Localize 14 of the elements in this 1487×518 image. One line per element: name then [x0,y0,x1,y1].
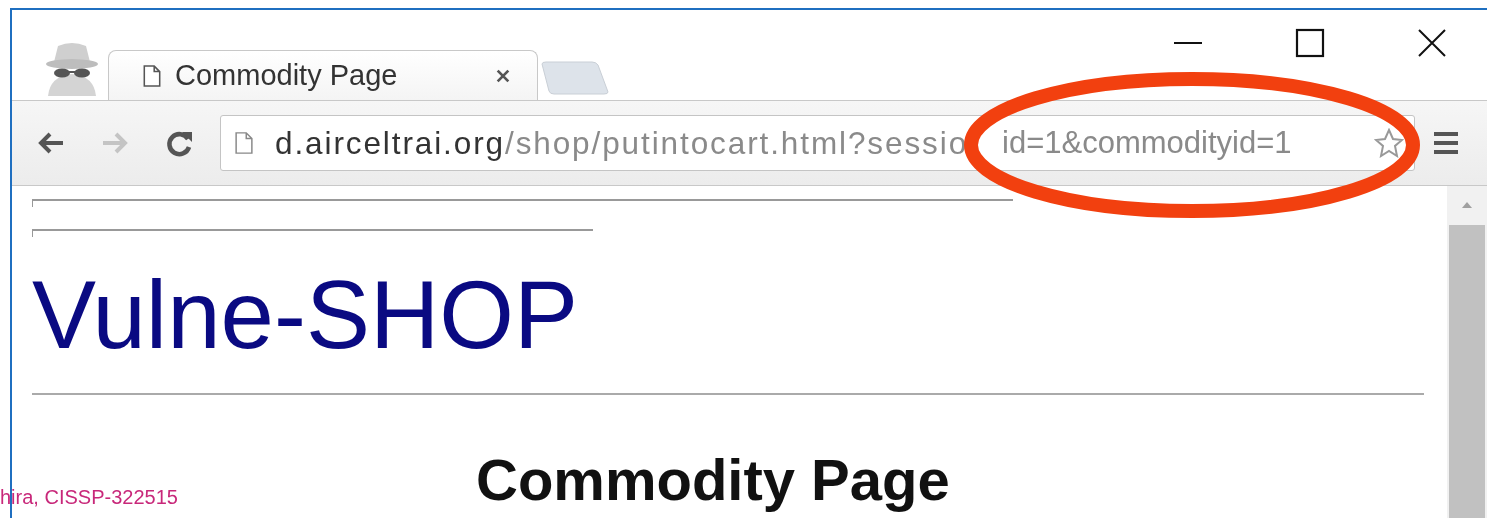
scrollbar[interactable] [1447,186,1487,518]
star-icon[interactable] [1374,128,1404,158]
scrollbar-thumb[interactable] [1449,225,1485,518]
site-title: Vulne-SHOP [32,267,578,363]
page-icon [235,131,253,155]
page-icon [143,64,161,87]
address-bar[interactable]: d.airceltrai.org/shop/putintocart.html?sessio id=1&commodityid=1 [220,115,1415,171]
browser-tab[interactable]: Commodity Page [108,50,538,100]
menu-icon[interactable] [1433,131,1459,155]
maximize-icon[interactable] [1295,28,1325,58]
close-icon[interactable] [1417,28,1447,58]
close-icon[interactable] [495,67,511,84]
url-text: d.airceltrai.org/shop/putintocart.html?sessio [275,124,969,162]
url-text: id=1&commodityid=1 [1002,125,1292,161]
